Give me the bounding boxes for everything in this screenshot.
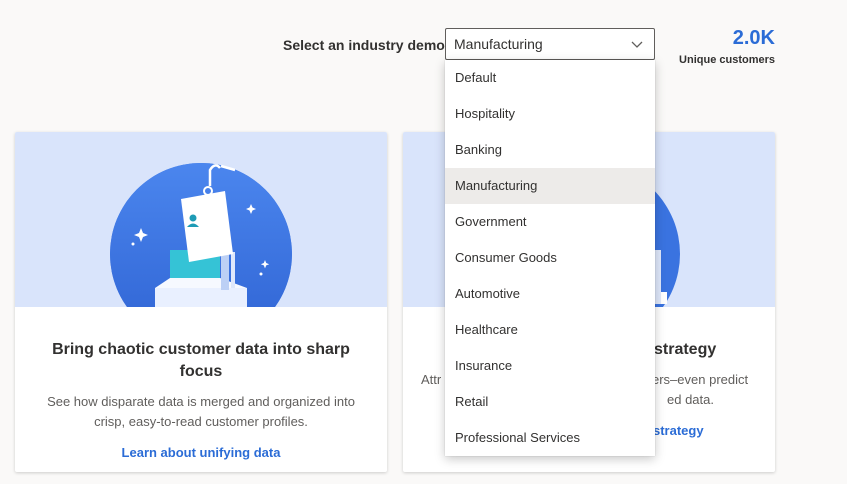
learn-unifying-data-link[interactable]: Learn about unifying data [122,445,281,460]
card-desc-line1-end: ers–even predict [652,372,749,387]
industry-select-value: Manufacturing [454,36,543,52]
industry-demo-label: Select an industry demo [283,37,445,53]
dropdown-option-consumer-goods[interactable]: Consumer Goods [445,240,655,276]
metric-label: Unique customers [679,54,775,66]
dropdown-option-professional-services[interactable]: Professional Services [445,420,655,456]
dropdown-option-banking[interactable]: Banking [445,132,655,168]
hero-illustration [110,163,292,307]
card-unify-data: Bring chaotic customer data into sharp f… [15,132,387,472]
dropdown-option-government[interactable]: Government [445,204,655,240]
dropdown-option-automotive[interactable]: Automotive [445,276,655,312]
card-desc-line2-end: ed data. [667,392,714,407]
metric-value: 2.0K [732,27,775,49]
dropdown-option-manufacturing[interactable]: Manufacturing [445,168,655,204]
chevron-down-icon [631,41,643,48]
card-desc-start: Attr [421,372,442,387]
card-description: See how disparate data is merged and org… [47,394,355,429]
dropdown-option-default[interactable]: Default [445,60,655,96]
dropdown-option-retail[interactable]: Retail [445,384,655,420]
industry-dropdown-list: Default Hospitality Banking Manufacturing Go… [445,60,655,456]
card-title: Bring chaotic customer data into sharp f… [52,341,350,380]
industry-demo-select[interactable]: Manufacturing [445,28,655,60]
card-body: Bring chaotic customer data into sharp f… [15,339,387,462]
card-hero [15,132,387,307]
unique-customers-metric: 2.0K Unique customers [679,26,775,66]
dropdown-option-insurance[interactable]: Insurance [445,348,655,384]
dropdown-option-healthcare[interactable]: Healthcare [445,312,655,348]
dropdown-option-hospitality[interactable]: Hospitality [445,96,655,132]
